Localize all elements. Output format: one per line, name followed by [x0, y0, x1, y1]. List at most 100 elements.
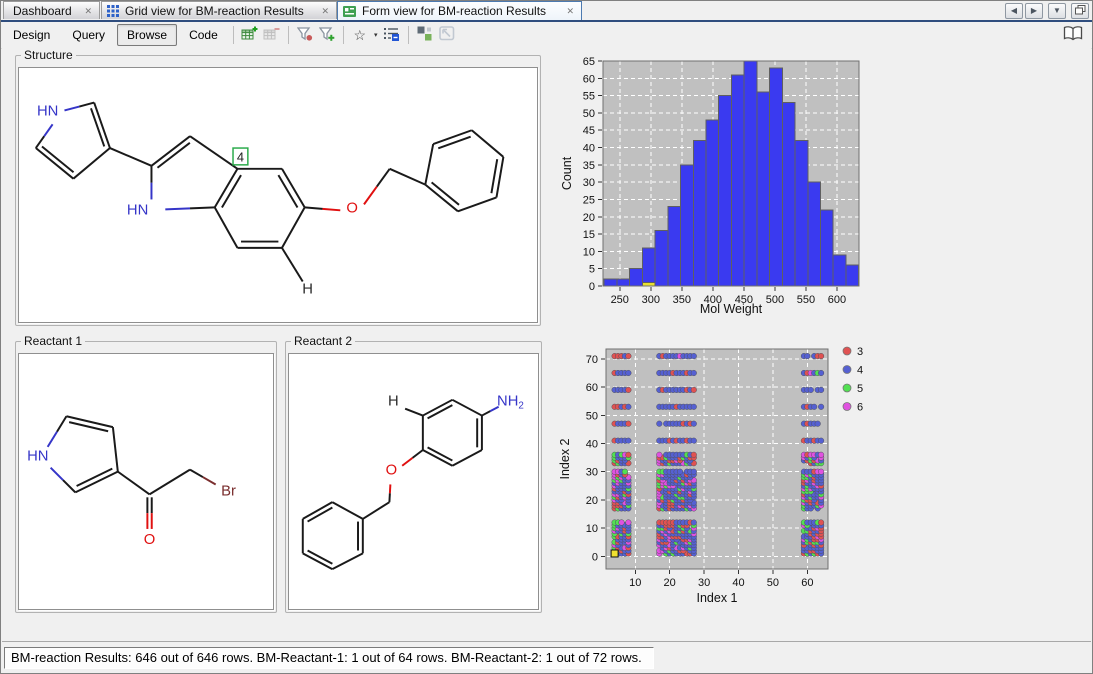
svg-text:15: 15 — [583, 229, 595, 241]
svg-text:40: 40 — [586, 438, 598, 450]
remove-grid-view-button[interactable] — [261, 25, 283, 45]
browse-button[interactable]: Browse — [117, 24, 178, 46]
library-button[interactable] — [1060, 25, 1086, 45]
svg-text:NH2: NH2 — [497, 394, 524, 412]
svg-text:40: 40 — [732, 577, 744, 589]
svg-text:O: O — [386, 463, 397, 479]
svg-text:25: 25 — [583, 194, 595, 206]
close-icon[interactable]: ✕ — [82, 6, 94, 16]
favorites-dropdown-button[interactable]: ▾ — [371, 25, 381, 45]
list-blue-box-icon — [383, 27, 400, 44]
svg-text:300: 300 — [642, 294, 660, 306]
structure-group-title: Structure — [21, 48, 76, 62]
grid-view-icon — [107, 4, 119, 17]
svg-text:5: 5 — [857, 383, 863, 395]
tab-grid-view[interactable]: Grid view for BM-reaction Results ✕ — [101, 1, 337, 19]
funnel-green-plus-icon — [318, 26, 335, 44]
svg-text:10: 10 — [586, 523, 598, 535]
svg-text:4: 4 — [857, 365, 863, 377]
svg-text:40: 40 — [583, 143, 595, 155]
open-book-icon — [1062, 25, 1084, 45]
filter-highlight-button[interactable] — [294, 25, 316, 45]
status-bar: BM-reaction Results: 646 out of 646 rows… — [1, 644, 1092, 673]
svg-text:H: H — [388, 394, 399, 410]
reactant2-groupbox: Reactant 2 H NH2 O — [285, 334, 542, 613]
funnel-red-dot-icon — [296, 26, 313, 44]
svg-text:30: 30 — [583, 177, 595, 189]
list-options-button[interactable] — [381, 25, 403, 45]
reactant1-groupbox: Reactant 1 HN O Br — [15, 334, 277, 613]
svg-text:O: O — [144, 532, 156, 548]
svg-text:20: 20 — [586, 495, 598, 507]
restore-window-icon — [1074, 5, 1086, 17]
svg-text:30: 30 — [586, 467, 598, 479]
svg-text:Br: Br — [221, 483, 236, 499]
restore-window-button[interactable] — [1071, 3, 1089, 19]
toolbar: Design Query Browse Code ☆ ▾ — [1, 22, 1092, 49]
svg-text:250: 250 — [611, 294, 629, 306]
toolbar-separator — [232, 26, 234, 44]
svg-text:Count: Count — [560, 156, 574, 190]
tab-bar: Dashboard ✕ Grid view for BM-reaction Re… — [1, 1, 1092, 22]
svg-text:HN: HN — [127, 202, 148, 218]
prev-tab-button[interactable]: ◀ — [1005, 3, 1023, 19]
structure-molecule: HN HN O H 4 — [34, 101, 505, 297]
code-button[interactable]: Code — [179, 24, 228, 46]
svg-text:55: 55 — [583, 91, 595, 103]
svg-text:70: 70 — [586, 354, 598, 366]
molweight-histogram[interactable]: 250 300 350 400 450 500 550 600 0 5 10 15 20 25 30 35 40… — [559, 56, 879, 316]
arrow-left-icon: ◀ — [1010, 6, 1018, 15]
close-icon[interactable]: ✕ — [564, 6, 576, 16]
favorites-button[interactable]: ☆ — [349, 25, 371, 45]
svg-text:HN: HN — [27, 449, 48, 465]
toolbar-separator — [407, 26, 409, 44]
next-tab-button[interactable]: ▶ — [1025, 3, 1043, 19]
structure-canvas[interactable]: HN HN O H 4 — [18, 67, 538, 323]
reactant2-group-title: Reactant 2 — [291, 334, 356, 348]
svg-text:Index 2: Index 2 — [559, 438, 572, 479]
reactant1-molecule: HN O Br — [27, 415, 236, 548]
layout-toggle-button[interactable] — [414, 25, 436, 45]
svg-text:Mol Weight: Mol Weight — [700, 302, 763, 316]
reactant1-group-title: Reactant 1 — [21, 334, 86, 348]
tab-list-dropdown-button[interactable]: ▼ — [1048, 3, 1066, 19]
query-button[interactable]: Query — [62, 24, 115, 46]
tab-nav-buttons: ◀ ▶ ▼ — [1003, 3, 1089, 19]
svg-text:10: 10 — [629, 577, 641, 589]
add-grid-view-button[interactable] — [239, 25, 261, 45]
svg-text:60: 60 — [801, 577, 813, 589]
svg-text:50: 50 — [583, 108, 595, 120]
svg-text:65: 65 — [583, 56, 595, 68]
svg-text:20: 20 — [664, 577, 676, 589]
close-icon[interactable]: ✕ — [319, 6, 331, 16]
star-icon: ☆ — [353, 27, 367, 43]
filter-add-button[interactable] — [316, 25, 338, 45]
svg-text:O: O — [346, 200, 358, 216]
svg-text:HN: HN — [37, 103, 58, 119]
svg-text:50: 50 — [586, 410, 598, 422]
design-button[interactable]: Design — [3, 24, 60, 46]
tab-dashboard[interactable]: Dashboard ✕ — [3, 1, 100, 19]
svg-text:500: 500 — [766, 294, 784, 306]
arrow-box-icon — [438, 26, 455, 44]
svg-text:H: H — [302, 281, 313, 297]
tab-form-view[interactable]: Form view for BM-reaction Results ✕ — [337, 1, 582, 20]
index-scatterplot[interactable]: 10 20 30 40 50 60 0 10 20 30 40 50 60 70 Index 1 Index … — [559, 336, 889, 616]
table-plus-icon — [241, 26, 258, 44]
svg-text:3: 3 — [857, 346, 863, 358]
svg-text:600: 600 — [828, 294, 846, 306]
form-view-icon — [343, 5, 356, 18]
tab-label: Dashboard — [13, 3, 72, 18]
chevron-down-icon: ▼ — [1053, 6, 1061, 15]
arrow-right-icon: ▶ — [1030, 6, 1038, 15]
toolbar-separator — [287, 26, 289, 44]
svg-text:6: 6 — [857, 402, 863, 414]
table-minus-icon — [263, 26, 280, 44]
reactant2-canvas[interactable]: H NH2 O — [288, 353, 539, 610]
fit-view-button[interactable] — [436, 25, 458, 45]
app-window: Dashboard ✕ Grid view for BM-reaction Re… — [0, 0, 1093, 674]
svg-text:30: 30 — [698, 577, 710, 589]
chevron-down-icon: ▾ — [373, 32, 378, 39]
svg-text:20: 20 — [583, 212, 595, 224]
reactant1-canvas[interactable]: HN O Br — [18, 353, 274, 610]
